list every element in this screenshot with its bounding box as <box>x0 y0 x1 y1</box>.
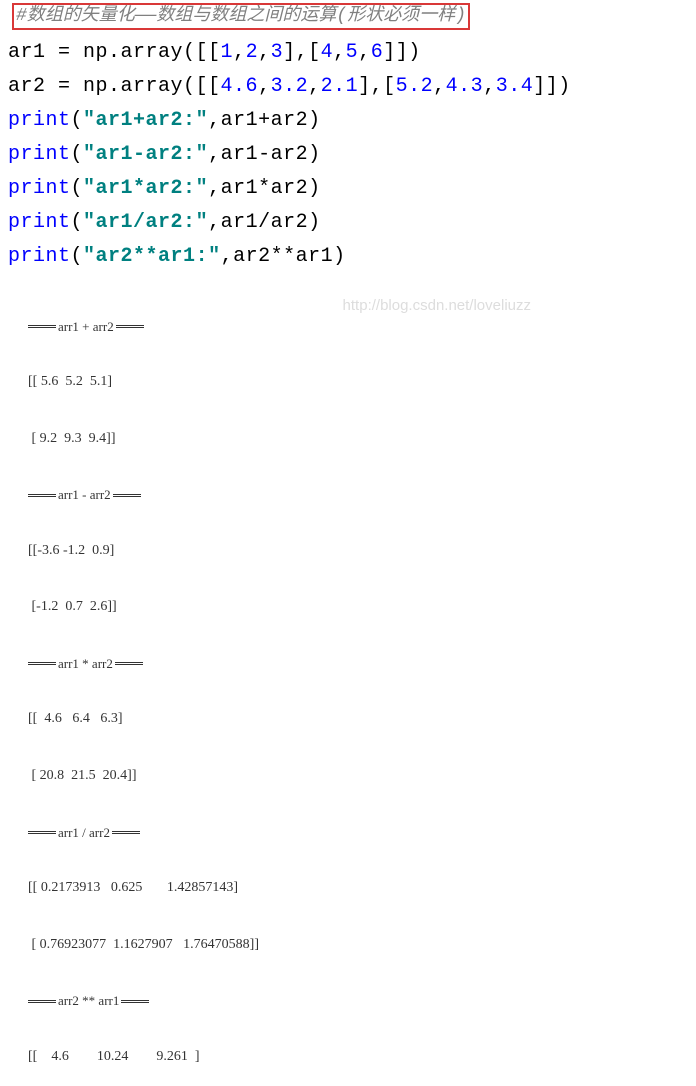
output-header: arr1 - arr2 <box>28 486 696 504</box>
num: 3 <box>271 41 284 64</box>
output-header: arr2 ** arr1 <box>28 992 696 1010</box>
code-text: ar1 = np.array([[ <box>8 41 221 64</box>
output-header: arr1 / arr2 <box>28 824 696 842</box>
output-row: [[ 4.6 10.24 9.261 ] <box>28 1048 696 1067</box>
code-text: ar2 = np.array([[ <box>8 75 221 98</box>
num: 3.2 <box>271 75 309 98</box>
print-keyword: print <box>8 211 71 234</box>
code-line-2: ar2 = np.array([[4.6,3.2,2.1],[5.2,4.3,3… <box>8 74 696 100</box>
string-literal: ar2**ar1: <box>96 245 209 268</box>
print-keyword: print <box>8 177 71 200</box>
expr: ar1/ar2 <box>221 211 309 234</box>
expr: ar1*ar2 <box>221 177 309 200</box>
comment-text: #数组的矢量化——数组与数组之间的运算(形状必须一样) <box>16 6 466 26</box>
output-label: arr2 ** arr1 <box>56 992 121 1010</box>
num: 4 <box>321 41 334 64</box>
string-literal: ar1*ar2: <box>96 177 196 200</box>
output-row: [[ 5.6 5.2 5.1] <box>28 373 696 392</box>
output-header: arr1 + arr2 <box>28 318 696 336</box>
num: 1 <box>221 41 234 64</box>
expr: ar2**ar1 <box>233 245 333 268</box>
print-keyword: print <box>8 245 71 268</box>
output-row: [ 0.76923077 1.1627907 1.76470588]] <box>28 936 696 955</box>
output-label: arr1 + arr2 <box>56 318 116 336</box>
output-block: arr1 + arr2 [[ 5.6 5.2 5.1] [ 9.2 9.3 9.… <box>28 280 696 1086</box>
output-row: [-1.2 0.7 2.6]] <box>28 598 696 617</box>
code-text: ]]) <box>383 41 421 64</box>
output-row: [ 20.8 21.5 20.4]] <box>28 767 696 786</box>
num: 2.1 <box>321 75 359 98</box>
code-line-print-1: print("ar1+ar2:",ar1+ar2) <box>8 108 696 134</box>
expr: ar1+ar2 <box>221 109 309 132</box>
num: 4.3 <box>446 75 484 98</box>
output-row: [[ 4.6 6.4 6.3] <box>28 710 696 729</box>
num: 6 <box>371 41 384 64</box>
output-row: [ 9.2 9.3 9.4]] <box>28 430 696 449</box>
string-literal: ar1-ar2: <box>96 143 196 166</box>
num: 3.4 <box>496 75 534 98</box>
num: 4.6 <box>221 75 259 98</box>
output-label: arr1 - arr2 <box>56 486 113 504</box>
output-row: [[-3.6 -1.2 0.9] <box>28 542 696 561</box>
string-literal: ar1+ar2: <box>96 109 196 132</box>
comment-line: #数组的矢量化——数组与数组之间的运算(形状必须一样) <box>8 4 696 30</box>
code-line-print-2: print("ar1-ar2:",ar1-ar2) <box>8 142 696 168</box>
print-keyword: print <box>8 109 71 132</box>
num: 5.2 <box>396 75 434 98</box>
comment-highlight-box: #数组的矢量化——数组与数组之间的运算(形状必须一样) <box>12 3 470 30</box>
code-text: ]]) <box>533 75 571 98</box>
output-label: arr1 * arr2 <box>56 655 115 673</box>
code-line-print-4: print("ar1/ar2:",ar1/ar2) <box>8 210 696 236</box>
string-literal: ar1/ar2: <box>96 211 196 234</box>
output-header: arr1 * arr2 <box>28 655 696 673</box>
num: 5 <box>346 41 359 64</box>
num: 2 <box>246 41 259 64</box>
code-line-print-3: print("ar1*ar2:",ar1*ar2) <box>8 176 696 202</box>
code-text: ],[ <box>283 41 321 64</box>
output-row: [[ 0.2173913 0.625 1.42857143] <box>28 879 696 898</box>
code-line-print-5: print("ar2**ar1:",ar2**ar1) <box>8 244 696 270</box>
output-label: arr1 / arr2 <box>56 824 112 842</box>
code-text: ],[ <box>358 75 396 98</box>
expr: ar1-ar2 <box>221 143 309 166</box>
code-line-1: ar1 = np.array([[1,2,3],[4,5,6]]) <box>8 40 696 66</box>
print-keyword: print <box>8 143 71 166</box>
